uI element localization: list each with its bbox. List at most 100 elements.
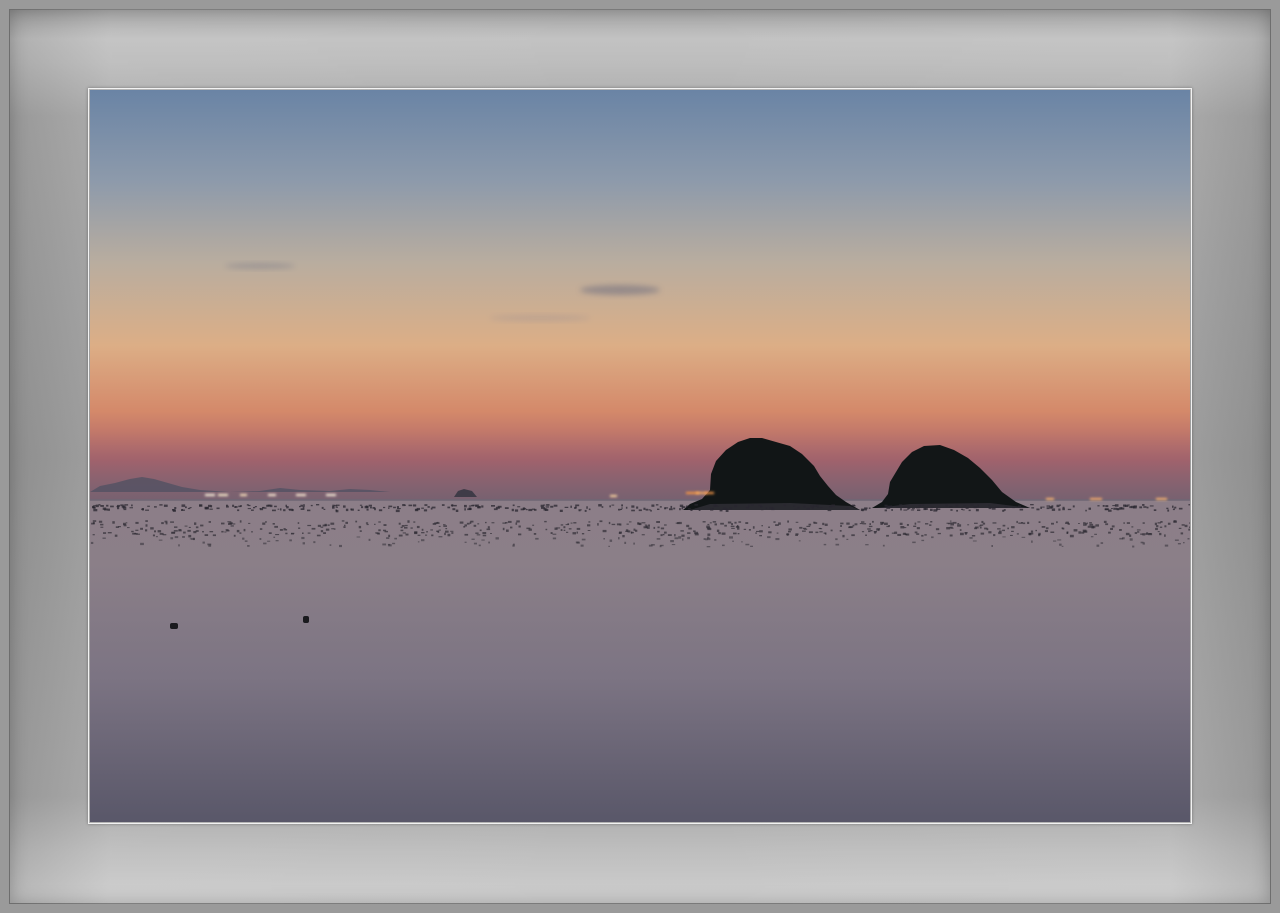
- farm-buoy: [625, 530, 629, 532]
- farm-buoy: [152, 534, 155, 537]
- farm-buoy: [979, 524, 984, 526]
- farm-buoy: [625, 506, 628, 509]
- farm-buoy: [432, 523, 437, 525]
- farm-buoy: [170, 521, 174, 523]
- farm-buoy: [1100, 542, 1104, 544]
- farm-buoy: [690, 509, 693, 511]
- farm-buoy: [900, 508, 902, 511]
- farm-buoy: [929, 524, 932, 526]
- farm-buoy: [586, 506, 588, 509]
- farm-buoy: [1172, 505, 1174, 508]
- farm-buoy: [795, 534, 798, 536]
- farm-buoy: [1065, 521, 1069, 523]
- farm-buoy: [674, 534, 676, 537]
- farm-buoy: [1131, 505, 1135, 509]
- farm-buoy: [633, 542, 635, 545]
- farm-buoy: [705, 538, 708, 541]
- landscape-photo: [90, 90, 1190, 822]
- farm-buoy: [158, 539, 163, 541]
- farm-buoy: [491, 522, 495, 524]
- farm-buoy: [188, 534, 192, 538]
- farm-buoy: [400, 529, 404, 532]
- farm-buoy: [775, 538, 780, 541]
- farm-buoy: [1041, 526, 1046, 528]
- farm-buoy: [581, 538, 586, 541]
- farm-buoy: [1051, 505, 1054, 508]
- farm-buoy: [731, 523, 733, 526]
- farm-buoy: [957, 524, 962, 527]
- farm-buoy: [359, 504, 363, 506]
- farm-buoy: [1131, 526, 1134, 528]
- farm-buoy: [974, 522, 978, 524]
- farm-buoy: [272, 509, 276, 512]
- farm-buoy: [230, 525, 234, 527]
- farm-buoy: [924, 534, 927, 536]
- farm-buoy: [864, 507, 868, 510]
- farm-buoy: [664, 507, 669, 509]
- farm-buoy: [129, 507, 133, 509]
- farm-buoy: [423, 509, 428, 512]
- farm-buoy: [1044, 530, 1048, 533]
- farm-buoy: [421, 507, 424, 509]
- farm-buoy: [378, 521, 381, 523]
- farm-buoy: [609, 539, 613, 542]
- farm-buoy: [140, 542, 144, 546]
- farm-buoy: [680, 530, 684, 532]
- farm-buoy: [185, 506, 187, 509]
- farm-buoy: [202, 541, 205, 544]
- farm-buoy: [184, 525, 188, 527]
- farm-buoy: [1166, 507, 1169, 510]
- farm-buoy: [424, 504, 428, 506]
- farm-buoy: [1022, 522, 1026, 525]
- farm-buoy: [899, 504, 903, 506]
- farm-buoy: [657, 530, 660, 533]
- farm-buoy: [310, 504, 313, 507]
- farm-buoy: [199, 504, 203, 507]
- shore-light: [1046, 498, 1054, 500]
- farm-buoy: [1189, 522, 1190, 524]
- farm-buoy: [307, 509, 311, 512]
- farm-buoy: [681, 507, 684, 510]
- farm-buoy: [761, 525, 763, 527]
- farm-buoy: [1105, 505, 1109, 508]
- farm-buoy: [618, 508, 621, 511]
- farm-buoy: [187, 529, 191, 532]
- farm-buoy: [145, 509, 149, 511]
- farm-buoy: [476, 534, 481, 536]
- farm-buoy: [191, 537, 195, 540]
- farm-buoy: [289, 508, 293, 511]
- farm-buoy: [622, 535, 625, 538]
- farm-buoy: [719, 509, 723, 512]
- farm-buoy: [1085, 509, 1087, 512]
- farm-buoy: [1078, 523, 1080, 524]
- farm-buoy: [226, 505, 229, 508]
- farm-buoy: [737, 533, 740, 535]
- farm-buoy: [949, 534, 953, 537]
- farm-buoy: [386, 537, 390, 539]
- farm-buoy: [886, 534, 889, 537]
- farm-buoy: [159, 504, 163, 506]
- farm-buoy: [912, 541, 916, 544]
- farm-buoy: [307, 532, 311, 534]
- farm-buoy: [880, 522, 883, 525]
- farm-buoy: [504, 507, 509, 509]
- farm-buoy: [1061, 545, 1064, 547]
- farm-buoy: [572, 532, 576, 535]
- farm-buoy: [140, 527, 143, 530]
- farm-buoy: [575, 504, 580, 507]
- farm-buoy: [1057, 539, 1062, 541]
- photo: [90, 90, 1190, 822]
- farm-buoy: [106, 504, 109, 507]
- farm-buoy: [1119, 537, 1124, 540]
- farm-buoy: [495, 537, 499, 540]
- farm-buoy: [366, 523, 369, 526]
- farm-buoy: [621, 504, 623, 507]
- farm-buoy: [733, 532, 737, 535]
- farm-buoy: [107, 532, 112, 534]
- farm-buoy: [724, 524, 727, 527]
- photo-border: [88, 88, 1192, 824]
- farm-buoy: [398, 522, 401, 525]
- farm-buoy: [417, 541, 420, 543]
- farm-buoy: [313, 541, 316, 544]
- farm-buoy: [819, 531, 823, 533]
